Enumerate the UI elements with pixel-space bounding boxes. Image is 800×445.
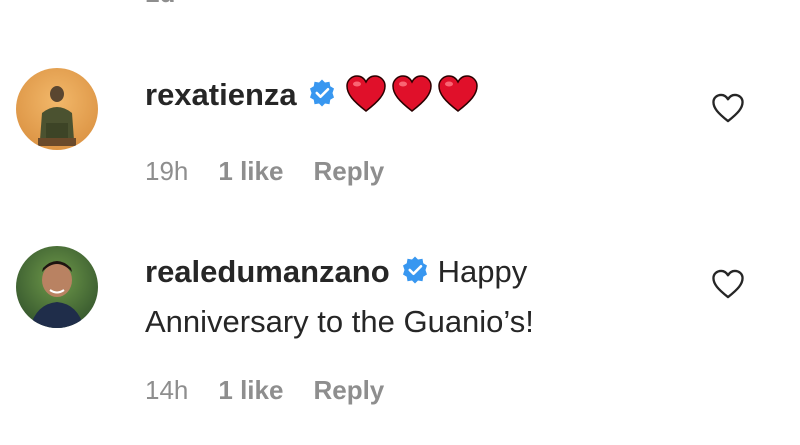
avatar[interactable] bbox=[16, 68, 98, 150]
comment-like-count[interactable]: 1 like bbox=[218, 156, 283, 187]
comment-body: rexatienza bbox=[145, 72, 665, 126]
red-heart-emoji-icon bbox=[437, 75, 478, 112]
red-heart-emoji-icon bbox=[391, 75, 432, 112]
like-heart-icon[interactable] bbox=[710, 92, 748, 126]
previous-comment-timestamp: 1d bbox=[145, 0, 175, 9]
verified-badge-icon bbox=[400, 251, 430, 298]
comment-meta: 19h 1 like Reply bbox=[145, 156, 384, 187]
comment-username[interactable]: rexatienza bbox=[145, 77, 297, 112]
verified-badge-icon bbox=[307, 75, 337, 121]
comment-username[interactable]: realedumanzano bbox=[145, 254, 390, 289]
reply-button[interactable]: Reply bbox=[313, 156, 384, 187]
avatar[interactable] bbox=[16, 246, 98, 328]
like-heart-icon[interactable] bbox=[710, 268, 748, 302]
comment-timestamp[interactable]: 14h bbox=[145, 375, 188, 406]
heart-emojis bbox=[345, 75, 483, 126]
comment-meta: 14h 1 like Reply bbox=[145, 375, 384, 406]
comment-timestamp[interactable]: 19h bbox=[145, 156, 188, 187]
red-heart-emoji-icon bbox=[345, 75, 386, 112]
comment-body: realedumanzano Happy Anniversary to the G… bbox=[145, 248, 665, 345]
comment-like-count[interactable]: 1 like bbox=[218, 375, 283, 406]
reply-button[interactable]: Reply bbox=[313, 375, 384, 406]
